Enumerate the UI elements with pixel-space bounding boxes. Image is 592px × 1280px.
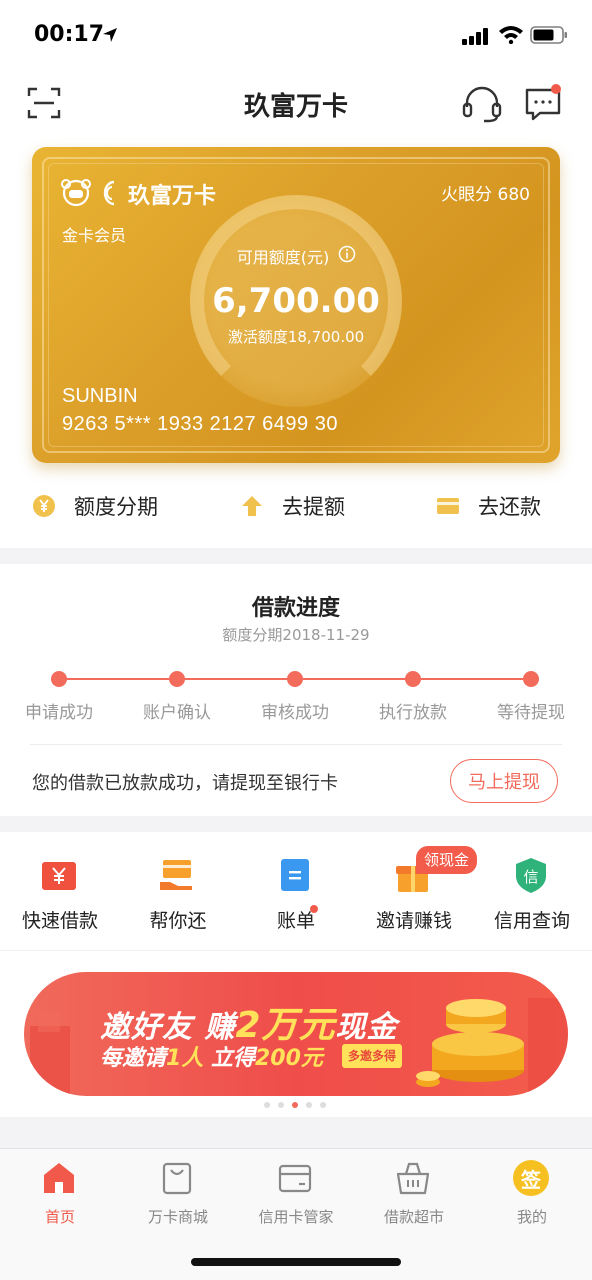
withdraw-button[interactable]: 马上提现	[450, 759, 558, 803]
pager-dot	[278, 1102, 284, 1108]
banner-subline: 每邀请1人 立得200元	[100, 1046, 323, 1071]
home-indicator	[191, 1258, 401, 1266]
info-icon[interactable]	[338, 245, 356, 263]
available-credit-amount: 6,700.00	[212, 281, 380, 321]
step-label: 账户确认	[143, 703, 211, 723]
help-repay-icon[interactable]	[158, 856, 196, 894]
step-label: 等待提现	[497, 703, 565, 723]
step-dot	[287, 671, 303, 687]
pager-dot-active	[292, 1102, 298, 1108]
svg-text:信: 信	[523, 868, 538, 886]
action-label: 额度分期	[74, 495, 158, 519]
progress-title: 借款进度	[251, 596, 340, 621]
shortcut-label[interactable]: 账单	[236, 906, 356, 933]
page-title: 玖富万卡	[243, 92, 348, 122]
arrow-up-icon	[242, 496, 262, 516]
tab-mall[interactable]: 万卡商城	[118, 1206, 238, 1227]
action-repay[interactable]: 去还款	[436, 488, 541, 524]
step-dot	[523, 671, 539, 687]
pager-dot	[320, 1102, 326, 1108]
sign-in-icon[interactable]: 签	[513, 1160, 549, 1196]
banner-tag: 多邀多得	[342, 1044, 403, 1068]
pager-dot	[264, 1102, 270, 1108]
step-label: 审核成功	[261, 703, 329, 723]
location-arrow-icon	[103, 28, 117, 42]
card-number: 9263 5*** 1933 2127 6499 30	[62, 413, 338, 435]
status-time: 00:17	[34, 22, 105, 47]
pager-dot	[306, 1102, 312, 1108]
card-icon	[437, 498, 459, 514]
yen-coin-icon	[33, 495, 55, 517]
credit-card-icon[interactable]	[277, 1160, 313, 1196]
tab-home[interactable]: 首页	[0, 1206, 120, 1227]
action-installment[interactable]: 额度分期	[32, 488, 158, 524]
headset-icon[interactable]	[462, 85, 502, 123]
step-label: 执行放款	[379, 703, 447, 723]
shortcut-label[interactable]: 帮你还	[118, 906, 238, 933]
brand-mark-icon	[103, 180, 115, 206]
divider	[30, 744, 562, 745]
mascot-logo-icon	[61, 179, 91, 207]
step-label: 申请成功	[25, 703, 93, 723]
tab-loan-market[interactable]: 借款超市	[354, 1206, 474, 1227]
card-holder-name: SUNBIN	[62, 385, 138, 407]
shortcut-label[interactable]: 邀请赚钱	[354, 906, 474, 933]
signal-icon	[462, 28, 488, 45]
invite-banner[interactable]: 邀好友 赚2万元现金 每邀请1人 立得200元 多邀多得	[24, 972, 568, 1096]
gold-coins-icon	[416, 998, 568, 1096]
unread-dot	[551, 84, 561, 94]
shortcut-label[interactable]: 信用查询	[472, 906, 592, 933]
progress-message: 您的借款已放款成功，请提现至银行卡	[32, 773, 338, 794]
progress-subtitle: 额度分期2018-11-29	[222, 626, 370, 644]
tab-card-manager[interactable]: 信用卡管家	[236, 1206, 356, 1227]
step-dot	[169, 671, 185, 687]
home-icon[interactable]	[41, 1160, 77, 1196]
action-label: 去还款	[478, 495, 541, 519]
available-credit-label: 可用额度(元)	[236, 248, 330, 267]
quick-loan-icon[interactable]	[40, 856, 78, 894]
step-dot	[405, 671, 421, 687]
membership-card[interactable]: 玖富万卡 火眼分 680 金卡会员 可用额度(元) 6,700.00 激活额度1…	[32, 147, 560, 463]
card-score[interactable]: 火眼分 680	[441, 180, 530, 205]
action-label: 去提额	[282, 495, 345, 519]
activated-credit: 激活额度18,700.00	[227, 328, 365, 346]
step-dot	[51, 671, 67, 687]
tab-mine[interactable]: 我的	[472, 1206, 592, 1227]
member-level: 金卡会员	[62, 226, 127, 245]
shortcut-label[interactable]: 快速借款	[0, 906, 120, 933]
bill-icon[interactable]	[276, 856, 314, 894]
invite-cash-badge: 领现金	[416, 846, 478, 874]
credit-shield-icon[interactable]: 信	[512, 856, 550, 894]
shopping-bag-icon[interactable]	[159, 1160, 195, 1196]
basket-icon[interactable]	[395, 1160, 431, 1196]
action-raise-limit[interactable]: 去提额	[240, 488, 345, 524]
card-brand-name: 玖富万卡	[128, 184, 217, 209]
battery-icon	[530, 26, 567, 44]
building-decoration-icon	[30, 1012, 70, 1096]
wifi-icon	[499, 26, 523, 44]
